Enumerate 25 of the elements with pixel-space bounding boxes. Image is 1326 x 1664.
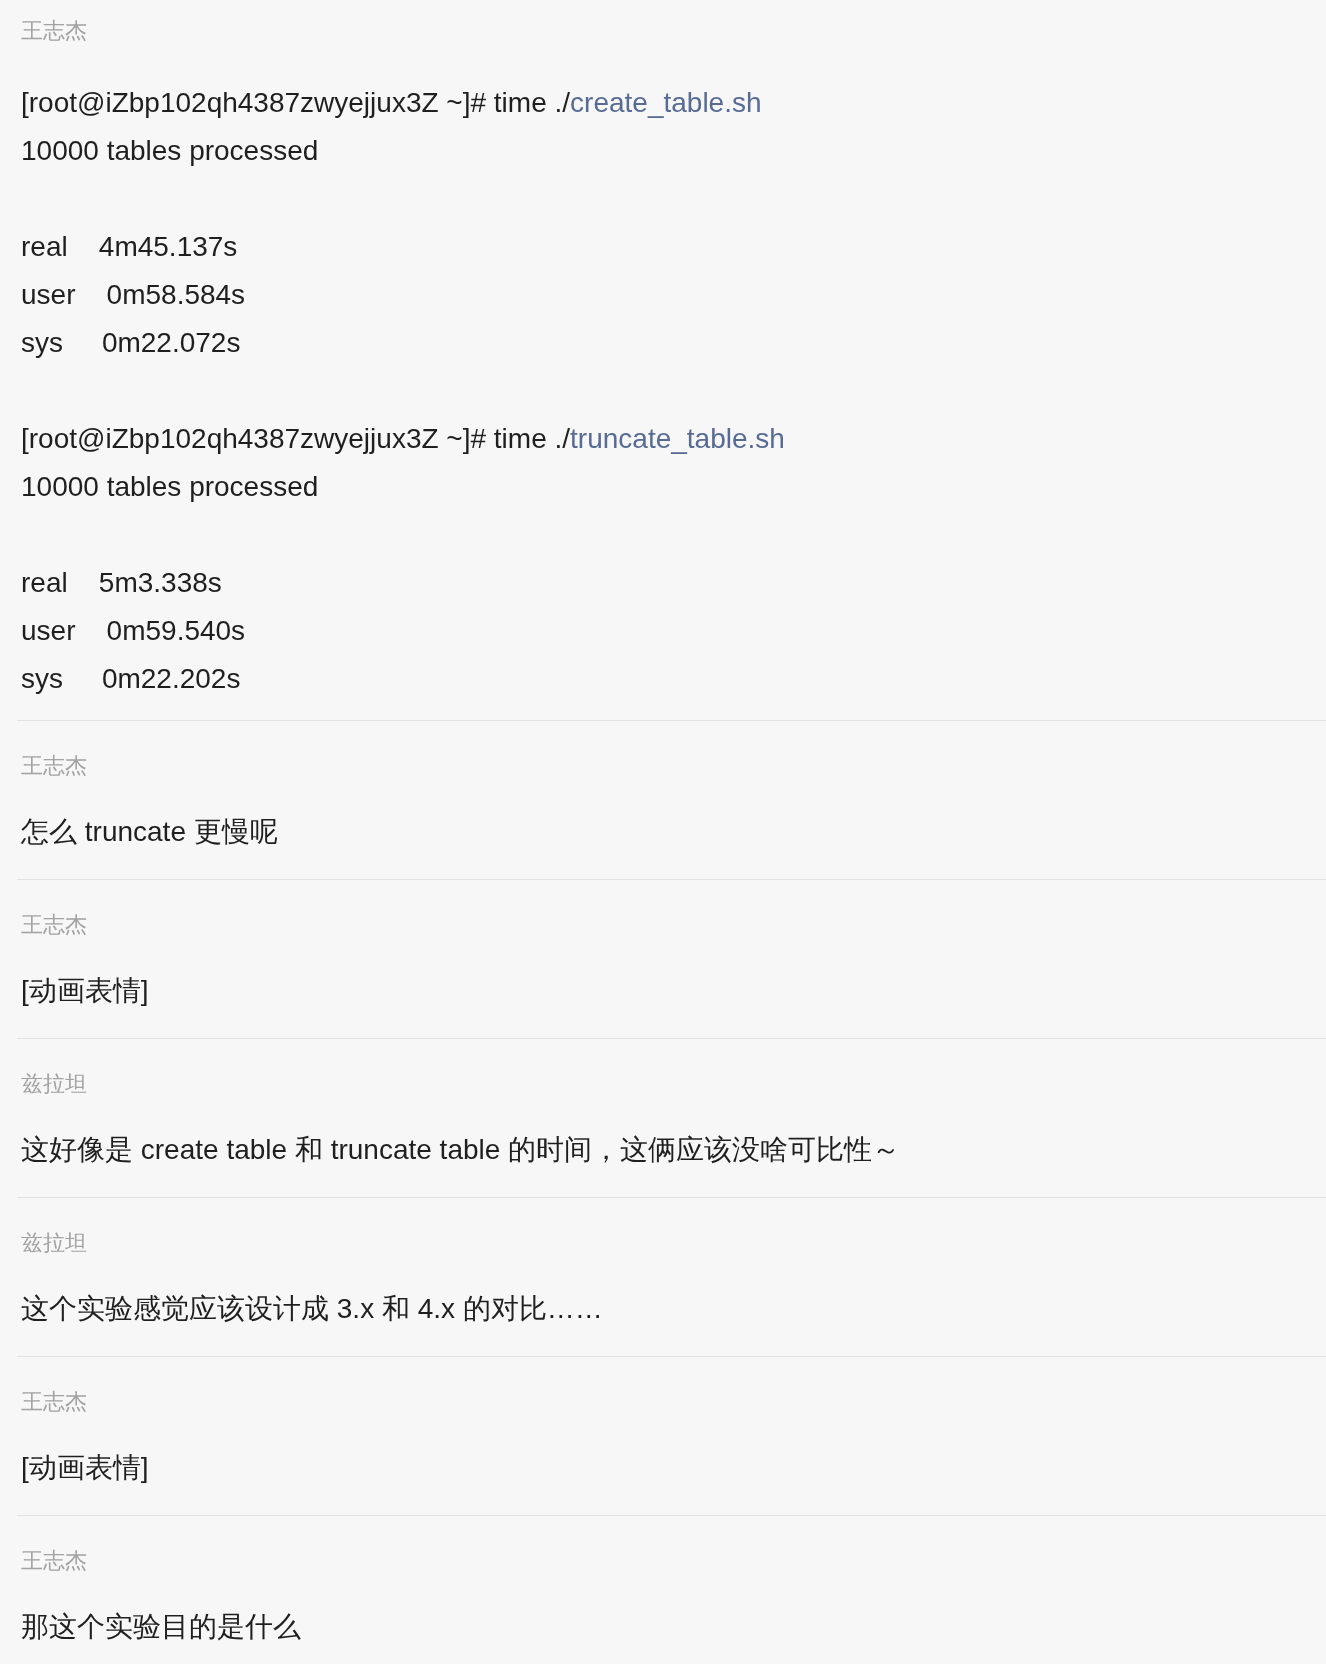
message-text: user 0m58.584s [21,278,246,312]
message-text: 怎么 truncate 更慢呢 [21,815,278,849]
message-text: 10000 tables processed [21,134,319,168]
sender-name: 兹拉坦 [21,1071,87,1097]
sender-name: 王志杰 [21,1548,87,1574]
file-link[interactable]: truncate_table.sh [570,415,785,463]
message-text: 这好像是 create table 和 truncate table 的时间，这俩应该没啥可比性～ [21,1133,901,1167]
sender-name: 兹拉坦 [21,1230,87,1256]
sender-name: 王志杰 [21,912,87,938]
message-text: [动画表情] [21,1451,149,1485]
file-link[interactable]: create_table.sh [570,79,762,127]
message-text: [root@iZbp102qh4387zwyejjux3Z ~]# time ./ [21,422,571,456]
message-text: [root@iZbp102qh4387zwyejjux3Z ~]# time ./ [21,86,571,120]
message-text: real 5m3.338s [21,566,222,600]
message-text: 10000 tables processed [21,470,319,504]
sender-name: 王志杰 [21,753,87,779]
message-text: 这个实验感觉应该设计成 3.x 和 4.x 的对比…… [21,1292,603,1326]
message-text: [动画表情] [21,974,149,1008]
sender-name: 王志杰 [21,1389,87,1415]
message-text: user 0m59.540s [21,614,246,648]
message-text: sys 0m22.202s [21,662,241,696]
message-text: 那这个实验目的是什么 [21,1610,301,1644]
message-text: real 4m45.137s [21,230,238,264]
message-text: sys 0m22.072s [21,326,241,360]
sender-name: 王志杰 [21,18,87,44]
